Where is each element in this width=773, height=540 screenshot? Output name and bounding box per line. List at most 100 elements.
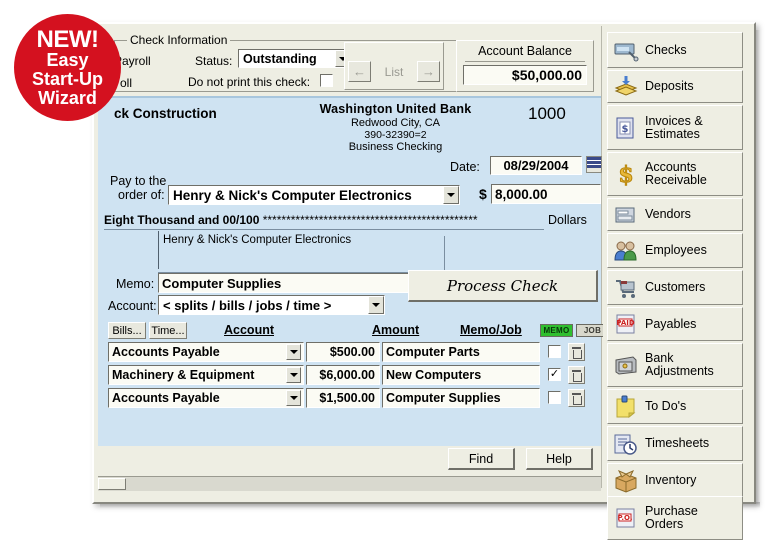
promo-line-3: Start-Up: [32, 68, 103, 89]
split-account-dropdown[interactable]: Machinery & Equipment: [108, 365, 304, 385]
split-amount-input[interactable]: $500.00: [306, 342, 380, 362]
amount-input[interactable]: 8,000.00: [491, 184, 601, 204]
application-window: Check Information Payroll oll Status: Ou…: [92, 22, 756, 540]
nav-item-accounts-receivable[interactable]: $ Accounts Receivable: [607, 152, 743, 196]
column-header-amount: Amount: [372, 323, 420, 337]
nav-item-label: Purchase Orders: [645, 505, 698, 531]
table-row: Machinery & Equipment $6,000.00 New Comp…: [108, 365, 595, 387]
nav-item-checks[interactable]: Checks: [607, 32, 743, 68]
horizontal-scrollbar[interactable]: [98, 476, 601, 491]
splits-table: Bills... Time... Account Amount Memo/Job…: [108, 322, 645, 408]
nav-item-label-line: Inventory: [645, 473, 697, 487]
nav-item-label-line: Adjustments: [645, 364, 714, 378]
svg-text:$: $: [618, 162, 633, 186]
nav-item-inventory[interactable]: Inventory: [607, 463, 743, 498]
chevron-down-icon[interactable]: [368, 296, 384, 314]
nav-item-label-line: Employees: [645, 243, 707, 257]
nav-item-vendors[interactable]: Vendors: [607, 198, 743, 231]
chevron-down-icon[interactable]: [443, 186, 459, 204]
do-not-print-label: Do not print this check:: [188, 75, 311, 89]
account-balance-panel: Account Balance $50,000.00: [456, 40, 594, 92]
amount-words-text: Eight Thousand and 00/100: [104, 213, 260, 227]
trash-icon[interactable]: [568, 389, 585, 407]
promo-badge: NEW! Easy Start-Up Wizard: [14, 14, 121, 121]
check-face: ck Construction Washington United Bank R…: [98, 96, 645, 446]
split-memo-input[interactable]: Computer Supplies: [382, 388, 540, 408]
svg-text:P.O.: P.O.: [618, 514, 633, 522]
split-memo-input[interactable]: New Computers: [382, 365, 540, 385]
split-account-value: Machinery & Equipment: [112, 368, 255, 382]
help-button[interactable]: Help: [526, 448, 593, 470]
memo-input[interactable]: Computer Supplies: [158, 273, 445, 293]
bills-button[interactable]: Bills...: [108, 322, 146, 339]
deposits-icon: [613, 75, 639, 99]
do-not-print-checkbox[interactable]: [320, 74, 333, 87]
nav-item-payables[interactable]: PAID Payables: [607, 307, 743, 341]
date-input[interactable]: 08/29/2004: [490, 156, 582, 175]
address-block[interactable]: Henry & Nick's Computer Electronics: [158, 231, 388, 269]
chevron-down-icon[interactable]: [286, 344, 301, 360]
trash-icon[interactable]: [568, 366, 585, 384]
nav-item-bank-adjustments[interactable]: Bank Adjustments: [607, 343, 743, 387]
split-1099-checkbox[interactable]: [548, 345, 561, 358]
list-button[interactable]: List: [371, 61, 417, 82]
status-dropdown[interactable]: Outstanding: [238, 49, 352, 68]
time-button[interactable]: Time...: [149, 322, 187, 339]
bank-info: Washington United Bank Redwood City, CA …: [298, 102, 493, 153]
bank-account-type: Business Checking: [348, 141, 443, 153]
customers-icon: [613, 276, 639, 300]
split-account-dropdown[interactable]: Accounts Payable: [108, 342, 304, 362]
nav-item-employees[interactable]: Employees: [607, 233, 743, 268]
nav-item-label-line: Estimates: [645, 126, 700, 141]
account-dropdown[interactable]: < splits / bills / jobs / time >: [158, 295, 385, 315]
split-1099-checkbox[interactable]: [548, 391, 561, 404]
split-account-value: Accounts Payable: [112, 345, 220, 359]
nav-item-label-line: Vendors: [645, 207, 691, 221]
checks-icon: [613, 38, 639, 62]
split-account-dropdown[interactable]: Accounts Payable: [108, 388, 304, 408]
nav-item-customers[interactable]: Customers: [607, 270, 743, 305]
nav-item-label-line: Deposits: [645, 79, 694, 93]
nav-item-timesheets[interactable]: Timesheets: [607, 426, 743, 461]
divider: [465, 61, 585, 62]
amount-words-fill: ****************************************…: [262, 213, 478, 227]
navigation-panel: Checks Deposits $ Invoices & Estimates $ Accou…: [603, 26, 752, 540]
purchase-orders-icon: P.O.: [613, 506, 639, 530]
calendar-icon[interactable]: [586, 156, 602, 173]
bank-city: Redwood City, CA: [350, 117, 441, 129]
nav-item-label: Invoices & Estimates: [645, 114, 703, 141]
trash-icon[interactable]: [568, 343, 585, 361]
previous-record-button[interactable]: ←: [348, 61, 371, 82]
scrollbar-thumb[interactable]: [98, 478, 126, 490]
nav-item-to-do-s[interactable]: To Do's: [607, 389, 743, 424]
account-balance-label: Account Balance: [478, 44, 572, 58]
table-row: Accounts Payable $500.00 Computer Parts: [108, 342, 595, 364]
memo-badge[interactable]: MEMO: [540, 324, 573, 337]
nav-item-deposits[interactable]: Deposits: [607, 70, 743, 103]
chevron-down-icon[interactable]: [286, 367, 301, 383]
chevron-down-icon[interactable]: [286, 390, 301, 406]
pay-to-label-line2: order of:: [118, 188, 165, 202]
nav-item-label-line: Orders: [645, 517, 684, 531]
bank-adjustments-icon: [613, 353, 639, 377]
account-value: < splits / bills / jobs / time >: [163, 297, 332, 313]
split-amount-input[interactable]: $6,000.00: [306, 365, 380, 385]
nav-item-label: Accounts Receivable: [645, 161, 707, 187]
receivable-icon: $: [613, 162, 639, 189]
employees-icon: [613, 239, 639, 263]
vendors-icon: [613, 203, 639, 227]
account-label: Account:: [108, 299, 157, 313]
payables-icon: PAID: [613, 312, 639, 336]
split-1099-checkbox[interactable]: ✓: [548, 368, 561, 381]
process-check-button[interactable]: Process Check: [408, 270, 598, 302]
nav-item-purchase-orders[interactable]: P.O. Purchase Orders: [607, 496, 743, 540]
svg-text:$: $: [622, 124, 629, 135]
amount-in-words: Eight Thousand and 00/100 **************…: [104, 213, 544, 227]
next-record-button[interactable]: →: [417, 61, 440, 82]
split-memo-input[interactable]: Computer Parts: [382, 342, 540, 362]
split-amount-input[interactable]: $1,500.00: [306, 388, 380, 408]
nav-item-invoices-estimates[interactable]: $ Invoices & Estimates: [607, 105, 743, 150]
find-button[interactable]: Find: [448, 448, 515, 470]
nav-item-label-line: Payables: [645, 316, 697, 331]
payee-dropdown[interactable]: Henry & Nick's Computer Electronics: [168, 185, 460, 205]
